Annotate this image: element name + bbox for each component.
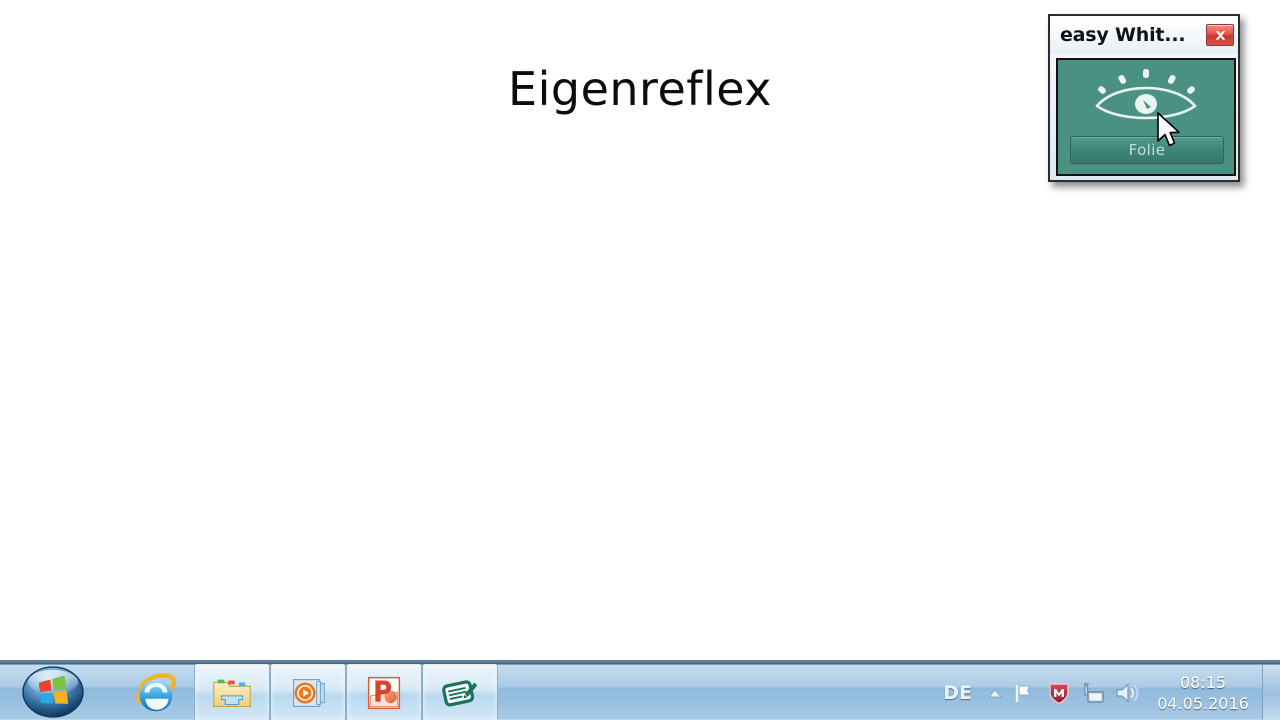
windows-start-orb-icon [22, 666, 84, 718]
taskbar-item-windows-explorer[interactable] [194, 664, 270, 720]
clock-date: 04.05.2016 [1157, 694, 1249, 713]
screen: Eigenreflex easy Whit... Folie DE 08:15 … [0, 0, 1280, 720]
windows-media-player-icon [293, 678, 325, 707]
volume-button[interactable] [1110, 676, 1144, 710]
action-center-flag-icon [1015, 685, 1031, 702]
powerpoint-icon [367, 676, 401, 709]
taskbar[interactable]: DE 08:15 04.05.2016 [0, 660, 1280, 720]
system-tray: DE 08:15 04.05.2016 [933, 665, 1280, 720]
folie-button-label: Folie [1128, 141, 1166, 159]
taskbar-item-internet-explorer[interactable] [118, 664, 194, 720]
taskbar-item-easy-whiteboard[interactable] [422, 664, 498, 720]
show-hidden-icons-button[interactable] [982, 676, 1008, 710]
window-client-area: Folie [1056, 58, 1236, 176]
taskbar-buttons [118, 664, 498, 720]
show-desktop-button[interactable] [1262, 665, 1280, 720]
easy-whiteboard-window[interactable]: easy Whit... Folie [1048, 14, 1240, 182]
taskbar-item-windows-media-player[interactable] [270, 664, 346, 720]
mcafee-shield-icon [1049, 683, 1069, 705]
taskbar-item-powerpoint[interactable] [346, 664, 422, 720]
windows-explorer-icon [213, 679, 251, 707]
internet-explorer-icon [136, 672, 177, 711]
eye-icon [1095, 68, 1197, 120]
close-button[interactable] [1206, 24, 1234, 46]
volume-speaker-icon [1116, 683, 1139, 703]
window-titlebar[interactable]: easy Whit... [1050, 16, 1238, 54]
window-title: easy Whit... [1060, 24, 1186, 46]
folie-button[interactable]: Folie [1070, 136, 1224, 164]
network-icon [1084, 683, 1104, 703]
start-button[interactable] [14, 663, 92, 720]
network-button[interactable] [1076, 676, 1110, 710]
clock[interactable]: 08:15 04.05.2016 [1144, 672, 1256, 714]
clock-time: 08:15 [1179, 673, 1227, 692]
easy-whiteboard-icon [442, 679, 478, 706]
language-indicator[interactable]: DE [933, 682, 982, 704]
close-icon [1215, 30, 1225, 40]
chevron-up-icon [988, 689, 1002, 698]
mcafee-button[interactable] [1042, 676, 1076, 710]
action-center-button[interactable] [1008, 676, 1042, 710]
